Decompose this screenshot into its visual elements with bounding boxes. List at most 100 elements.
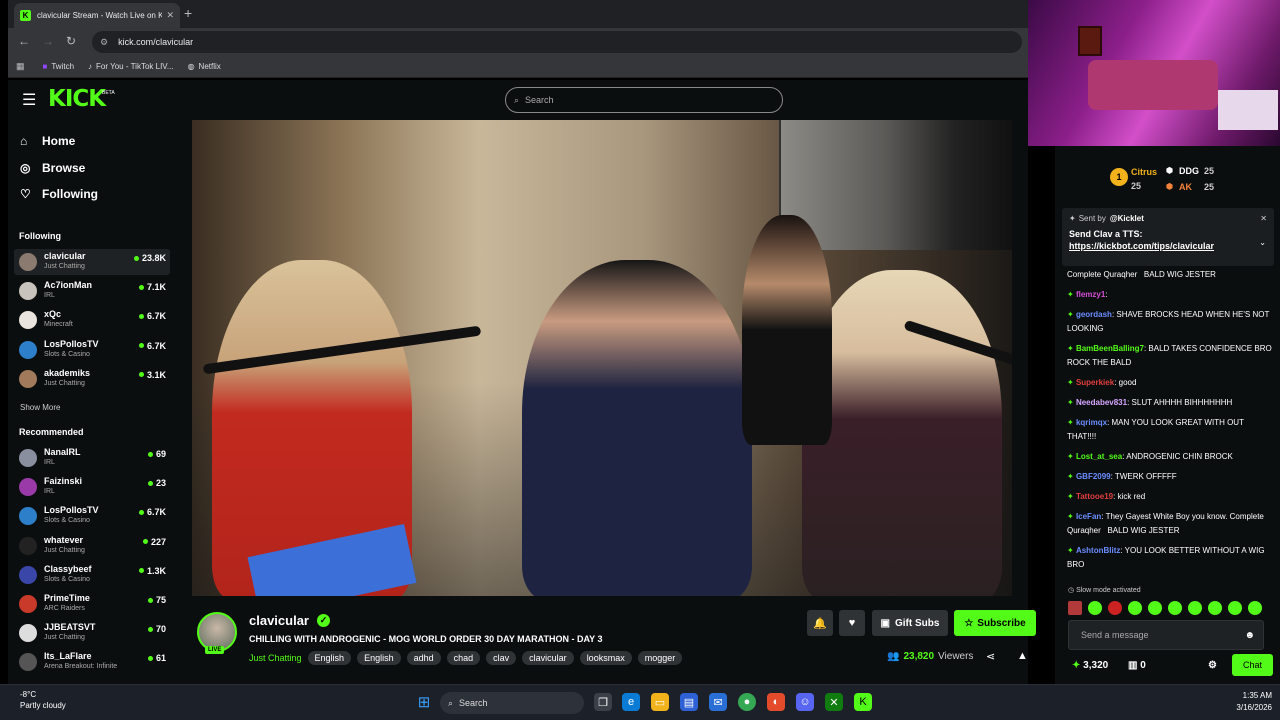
sidebar-channel-classybeef[interactable]: Classybeef Slots & Casino 1.3K <box>14 562 170 588</box>
emote-icon[interactable] <box>1188 601 1202 615</box>
channel-name: LosPollosTV <box>44 338 99 349</box>
streamer-name[interactable]: clavicular <box>249 613 309 628</box>
chat-username[interactable]: geordash <box>1076 310 1112 319</box>
emote-icon[interactable] <box>1128 601 1142 615</box>
viewer-count: 61 <box>147 653 166 663</box>
file-explorer-icon[interactable]: ▭ <box>651 693 669 711</box>
sofa <box>1088 60 1218 110</box>
chevron-down-icon[interactable]: ⌄ <box>1259 238 1266 247</box>
chat-username[interactable]: Lost_at_sea <box>1076 452 1122 461</box>
sidebar-channel-lospollostv[interactable]: LosPollosTV Slots & Casino 6.7K <box>14 503 170 529</box>
chat-username[interactable]: Superkiek <box>1076 378 1114 387</box>
chat-username[interactable]: BamBeenBalling7 <box>1076 344 1144 353</box>
emote-icon[interactable] <box>1148 601 1162 615</box>
sidebar-channel-primetime[interactable]: PrimeTime ARC Raiders 75 <box>14 591 170 617</box>
unpin-icon[interactable]: ✕ <box>1260 214 1267 223</box>
sidebar-channel-jjbeatsvt[interactable]: JJBEATSVT Just Chatting 70 <box>14 620 170 646</box>
reload-icon[interactable]: ↻ <box>66 34 76 48</box>
system-clock[interactable]: 1:35 AM 3/16/2026 <box>1230 690 1272 714</box>
emote-icon[interactable] <box>1088 601 1102 615</box>
emote-icon[interactable] <box>1168 601 1182 615</box>
kick-app-icon[interactable]: K <box>854 693 872 711</box>
chat-username[interactable]: kqrimqx <box>1076 418 1107 427</box>
app-icon[interactable]: ◐ <box>767 693 785 711</box>
weather-widget[interactable]: -8°C Partly cloudy <box>20 689 66 711</box>
tag-pill[interactable]: clavicular <box>522 651 574 665</box>
tag-pill[interactable]: adhd <box>406 651 441 665</box>
edge-icon[interactable]: e <box>622 693 640 711</box>
tag-pill[interactable]: clav <box>486 651 517 665</box>
gift-subs-button[interactable]: ▣ Gift Subs <box>872 610 948 636</box>
chat-username[interactable]: GBF2099 <box>1076 472 1111 481</box>
bookmark-twitch[interactable]: ■ Twitch <box>43 62 75 71</box>
sidebar-channel-xqc[interactable]: xQc Minecraft 6.7K <box>14 307 170 333</box>
nav-home[interactable]: ⌂ Home <box>20 134 75 148</box>
pinned-sender[interactable]: @Kicklet <box>1110 214 1144 223</box>
chat-username[interactable]: AshtonBlitz <box>1076 546 1120 555</box>
windows-start-icon[interactable]: ⊞ <box>415 693 433 711</box>
nav-browse[interactable]: ◎ Browse <box>20 161 85 175</box>
site-info-icon[interactable]: ⚙ <box>100 37 108 48</box>
chat-username[interactable]: Tattooe19 <box>1076 492 1113 501</box>
bell-icon[interactable]: 🔔 <box>807 610 833 636</box>
tag-pill[interactable]: mogger <box>637 651 683 665</box>
video-player[interactable] <box>192 120 1012 596</box>
emote-icon[interactable] <box>1228 601 1242 615</box>
search-input[interactable]: ⌕ Search <box>505 87 783 113</box>
category-link[interactable]: Just Chatting <box>249 653 302 663</box>
emote-icon[interactable] <box>1068 601 1082 615</box>
bookmark-tiktok[interactable]: ♪ For You - TikTok LIV... <box>88 62 174 71</box>
chat-input[interactable]: Send a message ☻ <box>1068 620 1264 650</box>
show-more-link[interactable]: Show More <box>20 403 60 412</box>
sidebar-channel-faizinski[interactable]: Faizinski IRL 23 <box>14 474 170 500</box>
leader-name[interactable]: DDG <box>1179 166 1199 176</box>
bookmark-netflix[interactable]: ◍ Netflix <box>188 62 221 71</box>
forward-icon[interactable]: → <box>42 34 54 48</box>
emote-icon[interactable] <box>1208 601 1222 615</box>
sidebar-channel-ac7ionman[interactable]: Ac7ionMan IRL 7.1K <box>14 278 170 304</box>
emote-icon[interactable] <box>1108 601 1122 615</box>
chat-username[interactable]: IceFan <box>1076 512 1101 521</box>
close-icon[interactable]: ✕ <box>166 10 174 21</box>
sidebar-channel-whatever[interactable]: whatever Just Chatting 227 <box>14 533 170 559</box>
leader-name[interactable]: AK <box>1179 182 1192 192</box>
discord-icon[interactable]: ☺ <box>796 693 814 711</box>
back-icon[interactable]: ← <box>18 34 30 48</box>
store-icon[interactable]: ▤ <box>680 693 698 711</box>
chat-username[interactable]: flemzy1 <box>1076 290 1105 299</box>
chrome-icon[interactable]: ● <box>738 693 756 711</box>
report-icon[interactable]: ▲ <box>1017 650 1028 662</box>
xbox-icon[interactable]: ✕ <box>825 693 843 711</box>
outlook-icon[interactable]: ✉ <box>709 693 727 711</box>
bits-display[interactable]: ▥ 0 <box>1128 660 1146 671</box>
apps-grid-icon[interactable]: ▦ <box>16 61 25 72</box>
task-view-icon[interactable]: ❐ <box>594 693 612 711</box>
taskbar-search[interactable]: ⌕ Search <box>440 692 584 714</box>
emote-icon[interactable] <box>1248 601 1262 615</box>
share-icon[interactable]: ⋖ <box>986 650 995 663</box>
sidebar-channel-lospollostv[interactable]: LosPollosTV Slots & Casino 6.7K <box>14 337 170 363</box>
browser-tab[interactable]: K clavicular Stream - Watch Live on Kick… <box>14 3 180 28</box>
leader-name[interactable]: Citrus <box>1131 167 1157 177</box>
points-display[interactable]: ✦ 3,320 <box>1072 660 1108 671</box>
sidebar-channel-its_laflare[interactable]: Its_LaFlare Arena Breakout: Infinite 61 <box>14 649 170 675</box>
tag-pill[interactable]: chad <box>446 651 481 665</box>
url-field[interactable]: ⚙ kick.com/clavicular <box>92 31 1022 53</box>
sidebar-channel-clavicular[interactable]: clavicular Just Chatting 23.8K <box>14 249 170 275</box>
sidebar-channel-akademiks[interactable]: akademiks Just Chatting 3.1K <box>14 366 170 392</box>
tag-pill[interactable]: English <box>357 651 401 665</box>
subscribe-button[interactable]: ☆ Subscribe <box>954 610 1036 636</box>
chat-username[interactable]: Needabev831 <box>1076 398 1127 407</box>
tag-pill[interactable]: looksmax <box>579 651 632 665</box>
emoji-icon[interactable]: ☻ <box>1244 630 1255 641</box>
menu-icon[interactable]: ☰ <box>22 90 36 110</box>
new-tab-icon[interactable]: + <box>184 5 192 21</box>
nav-following[interactable]: ♡ Following <box>20 187 98 201</box>
pinned-link[interactable]: https://kickbot.com/tips/clavicular <box>1069 241 1267 251</box>
chat-send-button[interactable]: Chat <box>1232 654 1273 676</box>
tag-pill[interactable]: English <box>307 651 352 665</box>
settings-gear-icon[interactable]: ⚙ <box>1208 660 1217 671</box>
heart-icon[interactable]: ♥ <box>839 610 865 636</box>
sidebar-channel-nanairl[interactable]: NanaIRL IRL 69 <box>14 445 170 471</box>
kick-logo[interactable]: KICK <box>48 86 106 112</box>
